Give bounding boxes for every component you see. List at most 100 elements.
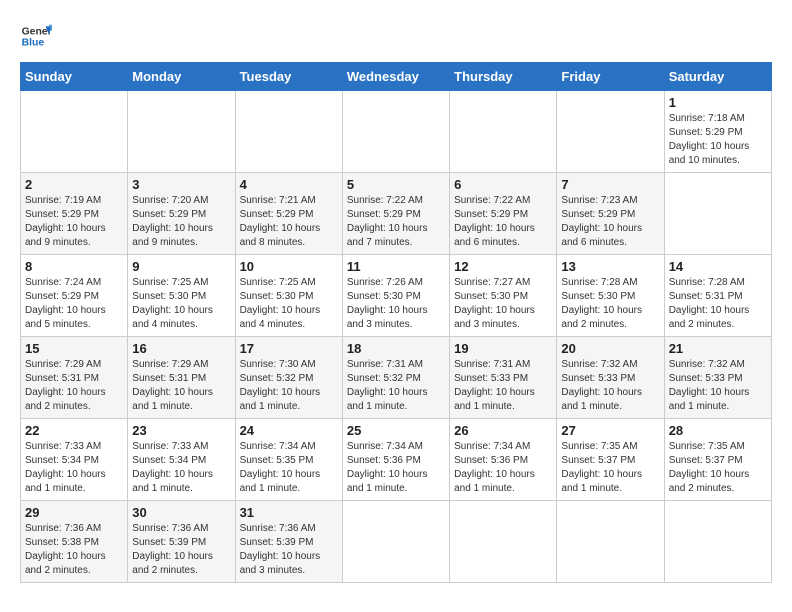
week-row-3: 8Sunrise: 7:24 AM Sunset: 5:29 PM Daylig… [21, 255, 772, 337]
day-number: 25 [347, 423, 445, 438]
day-info: Sunrise: 7:25 AM Sunset: 5:30 PM Dayligh… [132, 276, 230, 332]
day-info: Sunrise: 7:23 AM Sunset: 5:29 PM Dayligh… [561, 194, 659, 250]
col-header-wednesday: Wednesday [342, 63, 449, 91]
day-number: 11 [347, 259, 445, 274]
calendar-cell [450, 91, 557, 173]
day-info: Sunrise: 7:29 AM Sunset: 5:31 PM Dayligh… [132, 358, 230, 414]
day-number: 10 [240, 259, 338, 274]
day-number: 2 [25, 177, 123, 192]
calendar-cell: 15 Sunrise: 7:29 AM Sunset: 5:31 PM Dayli… [21, 337, 128, 419]
day-number: 4 [240, 177, 338, 192]
day-number: 14 [669, 259, 767, 274]
day-info: Sunrise: 7:33 AM Sunset: 5:34 PM Dayligh… [132, 440, 230, 496]
day-info: Sunrise: 7:22 AM Sunset: 5:29 PM Dayligh… [347, 194, 445, 250]
calendar-cell [342, 501, 449, 583]
calendar-cell: 10 Sunrise: 7:25 AM Sunset: 5:30 PM Dayli… [235, 255, 342, 337]
day-number: 29 [25, 505, 123, 520]
col-header-sunday: Sunday [21, 63, 128, 91]
day-info: Sunrise: 7:24 AM Sunset: 5:29 PM Dayligh… [25, 276, 123, 332]
calendar-cell: 26Sunrise: 7:34 AM Sunset: 5:36 PM Dayli… [450, 419, 557, 501]
day-number: 28 [669, 423, 767, 438]
calendar-header-row: SundayMondayTuesdayWednesdayThursdayFrid… [21, 63, 772, 91]
day-info: Sunrise: 7:28 AM Sunset: 5:31 PM Dayligh… [669, 276, 767, 332]
day-info: Sunrise: 7:31 AM Sunset: 5:33 PM Dayligh… [454, 358, 552, 414]
svg-text:Blue: Blue [22, 38, 45, 49]
week-row-5: 22 Sunrise: 7:33 AM Sunset: 5:34 PM Dayli… [21, 419, 772, 501]
calendar-cell: 2Sunrise: 7:19 AM Sunset: 5:29 PM Daylig… [21, 173, 128, 255]
col-header-thursday: Thursday [450, 63, 557, 91]
calendar-cell: 6 Sunrise: 7:22 AM Sunset: 5:29 PM Daylig… [450, 173, 557, 255]
day-number: 23 [132, 423, 230, 438]
day-info: Sunrise: 7:28 AM Sunset: 5:30 PM Dayligh… [561, 276, 659, 332]
calendar-cell [557, 501, 664, 583]
day-info: Sunrise: 7:18 AM Sunset: 5:29 PM Dayligh… [669, 112, 767, 168]
calendar-cell: 23 Sunrise: 7:33 AM Sunset: 5:34 PM Dayli… [128, 419, 235, 501]
day-info: Sunrise: 7:21 AM Sunset: 5:29 PM Dayligh… [240, 194, 338, 250]
calendar-cell: 28 Sunrise: 7:35 AM Sunset: 5:37 PM Dayli… [664, 419, 771, 501]
calendar-cell: 8Sunrise: 7:24 AM Sunset: 5:29 PM Daylig… [21, 255, 128, 337]
day-info: Sunrise: 7:36 AM Sunset: 5:39 PM Dayligh… [132, 522, 230, 578]
calendar-table: SundayMondayTuesdayWednesdayThursdayFrid… [20, 62, 772, 583]
week-row-6: 29 Sunrise: 7:36 AM Sunset: 5:38 PM Dayli… [21, 501, 772, 583]
day-info: Sunrise: 7:32 AM Sunset: 5:33 PM Dayligh… [669, 358, 767, 414]
col-header-friday: Friday [557, 63, 664, 91]
calendar-cell [664, 173, 771, 255]
logo-icon: General Blue [20, 20, 52, 52]
day-info: Sunrise: 7:27 AM Sunset: 5:30 PM Dayligh… [454, 276, 552, 332]
calendar-cell: 13Sunrise: 7:28 AM Sunset: 5:30 PM Dayli… [557, 255, 664, 337]
calendar-cell: 17 Sunrise: 7:30 AM Sunset: 5:32 PM Dayli… [235, 337, 342, 419]
day-number: 6 [454, 177, 552, 192]
calendar-cell: 20Sunrise: 7:32 AM Sunset: 5:33 PM Dayli… [557, 337, 664, 419]
col-header-monday: Monday [128, 63, 235, 91]
day-info: Sunrise: 7:35 AM Sunset: 5:37 PM Dayligh… [669, 440, 767, 496]
calendar-cell: 31 Sunrise: 7:36 AM Sunset: 5:39 PM Dayli… [235, 501, 342, 583]
day-info: Sunrise: 7:34 AM Sunset: 5:36 PM Dayligh… [347, 440, 445, 496]
day-info: Sunrise: 7:36 AM Sunset: 5:39 PM Dayligh… [240, 522, 338, 578]
calendar-cell [664, 501, 771, 583]
day-number: 17 [240, 341, 338, 356]
day-info: Sunrise: 7:33 AM Sunset: 5:34 PM Dayligh… [25, 440, 123, 496]
day-info: Sunrise: 7:29 AM Sunset: 5:31 PM Dayligh… [25, 358, 123, 414]
week-row-2: 2Sunrise: 7:19 AM Sunset: 5:29 PM Daylig… [21, 173, 772, 255]
calendar-cell: 12Sunrise: 7:27 AM Sunset: 5:30 PM Dayli… [450, 255, 557, 337]
calendar-cell: 30 Sunrise: 7:36 AM Sunset: 5:39 PM Dayli… [128, 501, 235, 583]
day-number: 5 [347, 177, 445, 192]
calendar-cell [235, 91, 342, 173]
day-number: 20 [561, 341, 659, 356]
calendar-cell [21, 91, 128, 173]
calendar-cell: 4 Sunrise: 7:21 AM Sunset: 5:29 PM Daylig… [235, 173, 342, 255]
calendar-cell: 1 Sunrise: 7:18 AM Sunset: 5:29 PM Daylig… [664, 91, 771, 173]
day-info: Sunrise: 7:25 AM Sunset: 5:30 PM Dayligh… [240, 276, 338, 332]
calendar-cell [450, 501, 557, 583]
day-info: Sunrise: 7:34 AM Sunset: 5:36 PM Dayligh… [454, 440, 552, 496]
calendar-cell: 5 Sunrise: 7:22 AM Sunset: 5:29 PM Daylig… [342, 173, 449, 255]
calendar-cell: 25 Sunrise: 7:34 AM Sunset: 5:36 PM Dayli… [342, 419, 449, 501]
calendar-cell: 22 Sunrise: 7:33 AM Sunset: 5:34 PM Dayli… [21, 419, 128, 501]
day-number: 30 [132, 505, 230, 520]
day-info: Sunrise: 7:26 AM Sunset: 5:30 PM Dayligh… [347, 276, 445, 332]
day-info: Sunrise: 7:22 AM Sunset: 5:29 PM Dayligh… [454, 194, 552, 250]
week-row-4: 15 Sunrise: 7:29 AM Sunset: 5:31 PM Dayli… [21, 337, 772, 419]
calendar-cell: 14 Sunrise: 7:28 AM Sunset: 5:31 PM Dayli… [664, 255, 771, 337]
calendar-cell: 18Sunrise: 7:31 AM Sunset: 5:32 PM Dayli… [342, 337, 449, 419]
day-number: 24 [240, 423, 338, 438]
calendar-cell: 19Sunrise: 7:31 AM Sunset: 5:33 PM Dayli… [450, 337, 557, 419]
day-info: Sunrise: 7:36 AM Sunset: 5:38 PM Dayligh… [25, 522, 123, 578]
day-number: 21 [669, 341, 767, 356]
day-number: 18 [347, 341, 445, 356]
calendar-cell: 9 Sunrise: 7:25 AM Sunset: 5:30 PM Daylig… [128, 255, 235, 337]
day-number: 16 [132, 341, 230, 356]
day-info: Sunrise: 7:20 AM Sunset: 5:29 PM Dayligh… [132, 194, 230, 250]
day-number: 1 [669, 95, 767, 110]
calendar-cell [557, 91, 664, 173]
col-header-saturday: Saturday [664, 63, 771, 91]
calendar-cell: 16 Sunrise: 7:29 AM Sunset: 5:31 PM Dayli… [128, 337, 235, 419]
day-number: 7 [561, 177, 659, 192]
day-number: 9 [132, 259, 230, 274]
day-number: 27 [561, 423, 659, 438]
day-number: 31 [240, 505, 338, 520]
day-number: 22 [25, 423, 123, 438]
calendar-cell: 3Sunrise: 7:20 AM Sunset: 5:29 PM Daylig… [128, 173, 235, 255]
day-info: Sunrise: 7:30 AM Sunset: 5:32 PM Dayligh… [240, 358, 338, 414]
day-number: 15 [25, 341, 123, 356]
